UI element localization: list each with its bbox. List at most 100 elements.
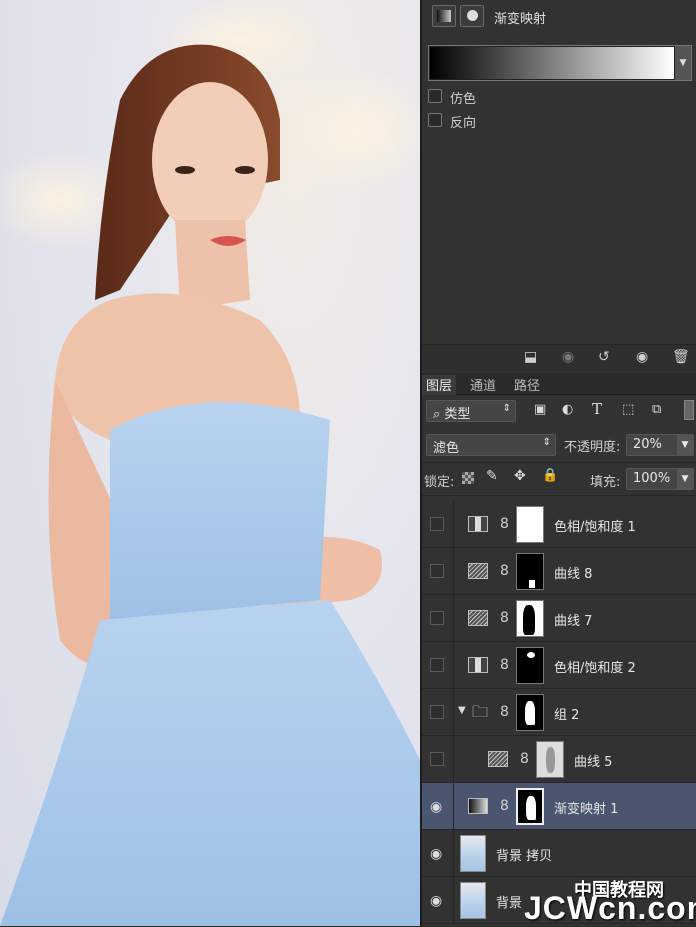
gradient-swatch (430, 47, 674, 79)
layers-tabbar: 图层 通道 路径 (422, 373, 696, 395)
link-icon: 8 (500, 798, 509, 814)
layer-mask-thumbnail[interactable] (516, 553, 544, 590)
dither-checkbox[interactable] (428, 89, 442, 103)
layer-row[interactable]: ◉ 8 渐变映射 1 (422, 783, 696, 830)
layer-name: 色相/饱和度 1 (554, 520, 636, 535)
lock-all-icon[interactable]: 🔒 (542, 468, 558, 483)
curves-icon (468, 610, 488, 626)
properties-footer (422, 344, 696, 372)
layer-thumbnail[interactable] (460, 882, 486, 919)
layer-mask-thumbnail[interactable] (516, 694, 544, 731)
visibility-toggle[interactable] (422, 689, 454, 736)
lock-label: 锁定: (424, 475, 455, 490)
layer-name: 色相/饱和度 2 (554, 661, 636, 676)
link-icon: 8 (500, 563, 509, 579)
visibility-toggle[interactable] (422, 548, 454, 595)
shape-filter-icon[interactable]: ⬚ (622, 402, 634, 417)
tab-layers[interactable]: 图层 (422, 375, 457, 395)
filter-kind-select[interactable]: ⌕ 类型 ⇕ (426, 400, 516, 422)
stepper-icon: ⇕ (502, 403, 511, 414)
link-icon: 8 (500, 610, 509, 626)
layer-row[interactable]: ◉ 背景 拷贝 (422, 830, 696, 877)
layer-row[interactable]: 8 色相/饱和度 2 (422, 642, 696, 689)
chevron-down-icon[interactable]: ▼ (458, 705, 466, 716)
properties-header: 渐变映射 (422, 0, 696, 32)
link-icon: 8 (500, 704, 509, 720)
link-icon: 8 (520, 751, 529, 767)
layer-name: 曲线 7 (554, 614, 593, 629)
tab-paths[interactable]: 路径 (510, 375, 544, 394)
layer-row[interactable]: 8 曲线 8 (422, 548, 696, 595)
layer-row[interactable]: 8 曲线 5 (422, 736, 696, 783)
visibility-toggle[interactable]: ◉ (422, 830, 454, 877)
layer-name: 曲线 5 (574, 755, 613, 770)
chevron-down-icon[interactable]: ▼ (677, 469, 693, 489)
trash-icon[interactable]: 🗑 (672, 349, 690, 365)
layer-mask-thumbnail[interactable] (516, 788, 544, 825)
dither-label: 仿色 (450, 92, 477, 107)
visibility-toggle[interactable] (422, 501, 454, 548)
reverse-label: 反向 (450, 116, 477, 131)
chevron-down-icon[interactable]: ▼ (675, 46, 691, 80)
lock-position-icon[interactable]: ✥ (514, 468, 526, 484)
opacity-field[interactable]: 20% ▼ (626, 434, 694, 456)
fill-label: 填充: (590, 475, 621, 490)
lock-transparency-icon[interactable] (462, 472, 474, 484)
mask-icon[interactable] (460, 5, 484, 27)
visibility-toggle[interactable]: ◉ (422, 783, 454, 830)
fill-value: 100% (633, 471, 671, 486)
visibility-toggle[interactable]: ◉ (422, 877, 454, 924)
document-canvas[interactable] (0, 0, 420, 926)
filter-toggle[interactable] (684, 400, 694, 420)
portrait-photo (0, 0, 420, 926)
view-previous-icon[interactable]: ◉ (562, 349, 574, 365)
hue-saturation-icon (468, 657, 488, 673)
layer-mask-thumbnail[interactable] (536, 741, 564, 778)
layer-row[interactable]: 8 色相/饱和度 1 (422, 501, 696, 548)
watermark-line2: JCWcn.com (524, 890, 696, 926)
layer-mask-thumbnail[interactable] (516, 600, 544, 637)
layer-name: 组 2 (554, 708, 580, 723)
properties-title: 渐变映射 (494, 12, 547, 27)
layer-mask-thumbnail[interactable] (516, 647, 544, 684)
layer-row[interactable]: ▼ 🗀 8 组 2 (422, 689, 696, 736)
clip-to-layer-icon[interactable]: ⬓ (524, 349, 537, 365)
layers-list: 8 色相/饱和度 1 8 曲线 8 8 曲线 7 8 色相/饱和度 2 ▼ 🗀 … (422, 501, 696, 926)
blend-mode-select[interactable]: 滤色 ⇕ (426, 434, 556, 456)
folder-icon: 🗀 (472, 702, 489, 721)
visibility-toggle[interactable] (422, 736, 454, 783)
opacity-value: 20% (633, 437, 662, 452)
layer-name: 背景 (496, 896, 523, 911)
opacity-label: 不透明度: (564, 440, 621, 455)
hue-saturation-icon (468, 516, 488, 532)
layer-mask-thumbnail[interactable] (516, 506, 544, 543)
curves-icon (468, 563, 488, 579)
visibility-icon[interactable]: ◉ (636, 349, 648, 365)
type-filter-icon[interactable]: T (592, 400, 602, 418)
gradient-map-icon[interactable] (432, 5, 456, 27)
layer-name: 曲线 8 (554, 567, 593, 582)
layer-row[interactable]: 8 曲线 7 (422, 595, 696, 642)
lock-pixels-icon[interactable]: ✎ (486, 468, 498, 484)
link-icon: 8 (500, 516, 509, 532)
smart-object-filter-icon[interactable]: ⧉ (652, 402, 661, 417)
filter-kind-label: 类型 (444, 407, 471, 422)
visibility-toggle[interactable] (422, 595, 454, 642)
layer-name: 背景 拷贝 (496, 849, 553, 864)
adjustment-filter-icon[interactable]: ◐ (562, 402, 573, 417)
gradient-picker[interactable]: ▼ (428, 45, 692, 81)
tab-channels[interactable]: 通道 (466, 375, 500, 394)
visibility-toggle[interactable] (422, 642, 454, 689)
reset-icon[interactable]: ↺ (598, 349, 610, 365)
reverse-checkbox[interactable] (428, 113, 442, 127)
curves-icon (488, 751, 508, 767)
layer-thumbnail[interactable] (460, 835, 486, 872)
eye-icon: ◉ (430, 893, 443, 909)
fill-field[interactable]: 100% ▼ (626, 468, 694, 490)
eye-icon: ◉ (430, 846, 443, 862)
adjustments-layers-panel: 渐变映射 ▼ 仿色 反向 ⬓ ◉ ↺ ◉ 🗑 图层 通道 路径 ⌕ 类型 ⇕ ▣… (420, 0, 696, 926)
search-icon: ⌕ (433, 407, 441, 422)
blend-mode-value: 滤色 (433, 441, 460, 456)
pixel-filter-icon[interactable]: ▣ (534, 402, 546, 417)
chevron-down-icon[interactable]: ▼ (677, 435, 693, 455)
